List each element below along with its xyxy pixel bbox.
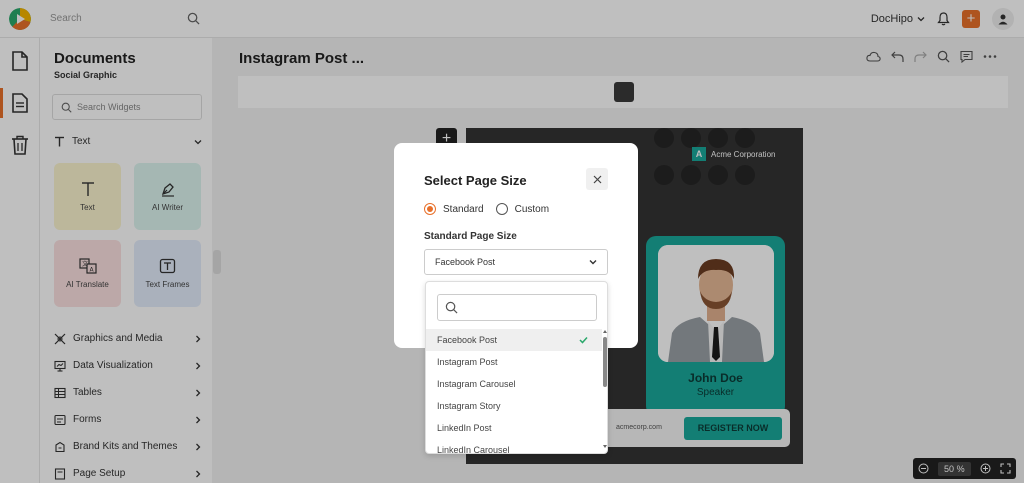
- size-mode-radios: Standard Custom: [424, 203, 549, 215]
- size-option[interactable]: Facebook Post: [426, 329, 602, 351]
- size-option-label: Instagram Story: [437, 401, 501, 411]
- checkmark-icon: [579, 336, 588, 344]
- scrollbar-thumb[interactable]: [603, 337, 607, 387]
- size-option[interactable]: Instagram Carousel: [426, 373, 602, 395]
- dropdown-search-input[interactable]: [437, 294, 597, 321]
- radio-label: Standard: [443, 203, 484, 215]
- radio-custom[interactable]: Custom: [495, 203, 550, 215]
- size-option[interactable]: LinkedIn Carousel: [426, 439, 602, 454]
- scroll-down-arrow-icon: [603, 445, 607, 448]
- size-option-label: LinkedIn Post: [437, 423, 492, 433]
- scroll-up-arrow-icon: [603, 330, 607, 333]
- radio-circle: [424, 203, 436, 215]
- radio-label: Custom: [514, 203, 550, 215]
- size-option[interactable]: Instagram Post: [426, 351, 602, 373]
- size-option-label: Facebook Post: [437, 335, 498, 345]
- close-button[interactable]: [586, 168, 608, 190]
- search-icon: [445, 301, 458, 314]
- chevron-down-icon: [589, 260, 597, 265]
- size-option-label: LinkedIn Carousel: [437, 445, 510, 454]
- close-icon: [593, 175, 601, 183]
- page-size-dropdown: Facebook Post Instagram Post Instagram C…: [425, 281, 608, 454]
- size-option[interactable]: Instagram Story: [426, 395, 602, 417]
- radio-circle: [495, 203, 508, 215]
- size-option-list: Facebook Post Instagram Post Instagram C…: [426, 329, 602, 454]
- size-option[interactable]: LinkedIn Post: [426, 417, 602, 439]
- selected-size: Facebook Post: [435, 257, 496, 267]
- page-size-select[interactable]: Facebook Post: [424, 249, 608, 275]
- dropdown-scrollbar[interactable]: [603, 329, 607, 449]
- modal-title: Select Page Size: [424, 173, 527, 188]
- size-option-label: Instagram Carousel: [437, 379, 516, 389]
- size-option-label: Instagram Post: [437, 357, 498, 367]
- radio-standard[interactable]: Standard: [424, 203, 484, 215]
- standard-size-label: Standard Page Size: [424, 231, 517, 242]
